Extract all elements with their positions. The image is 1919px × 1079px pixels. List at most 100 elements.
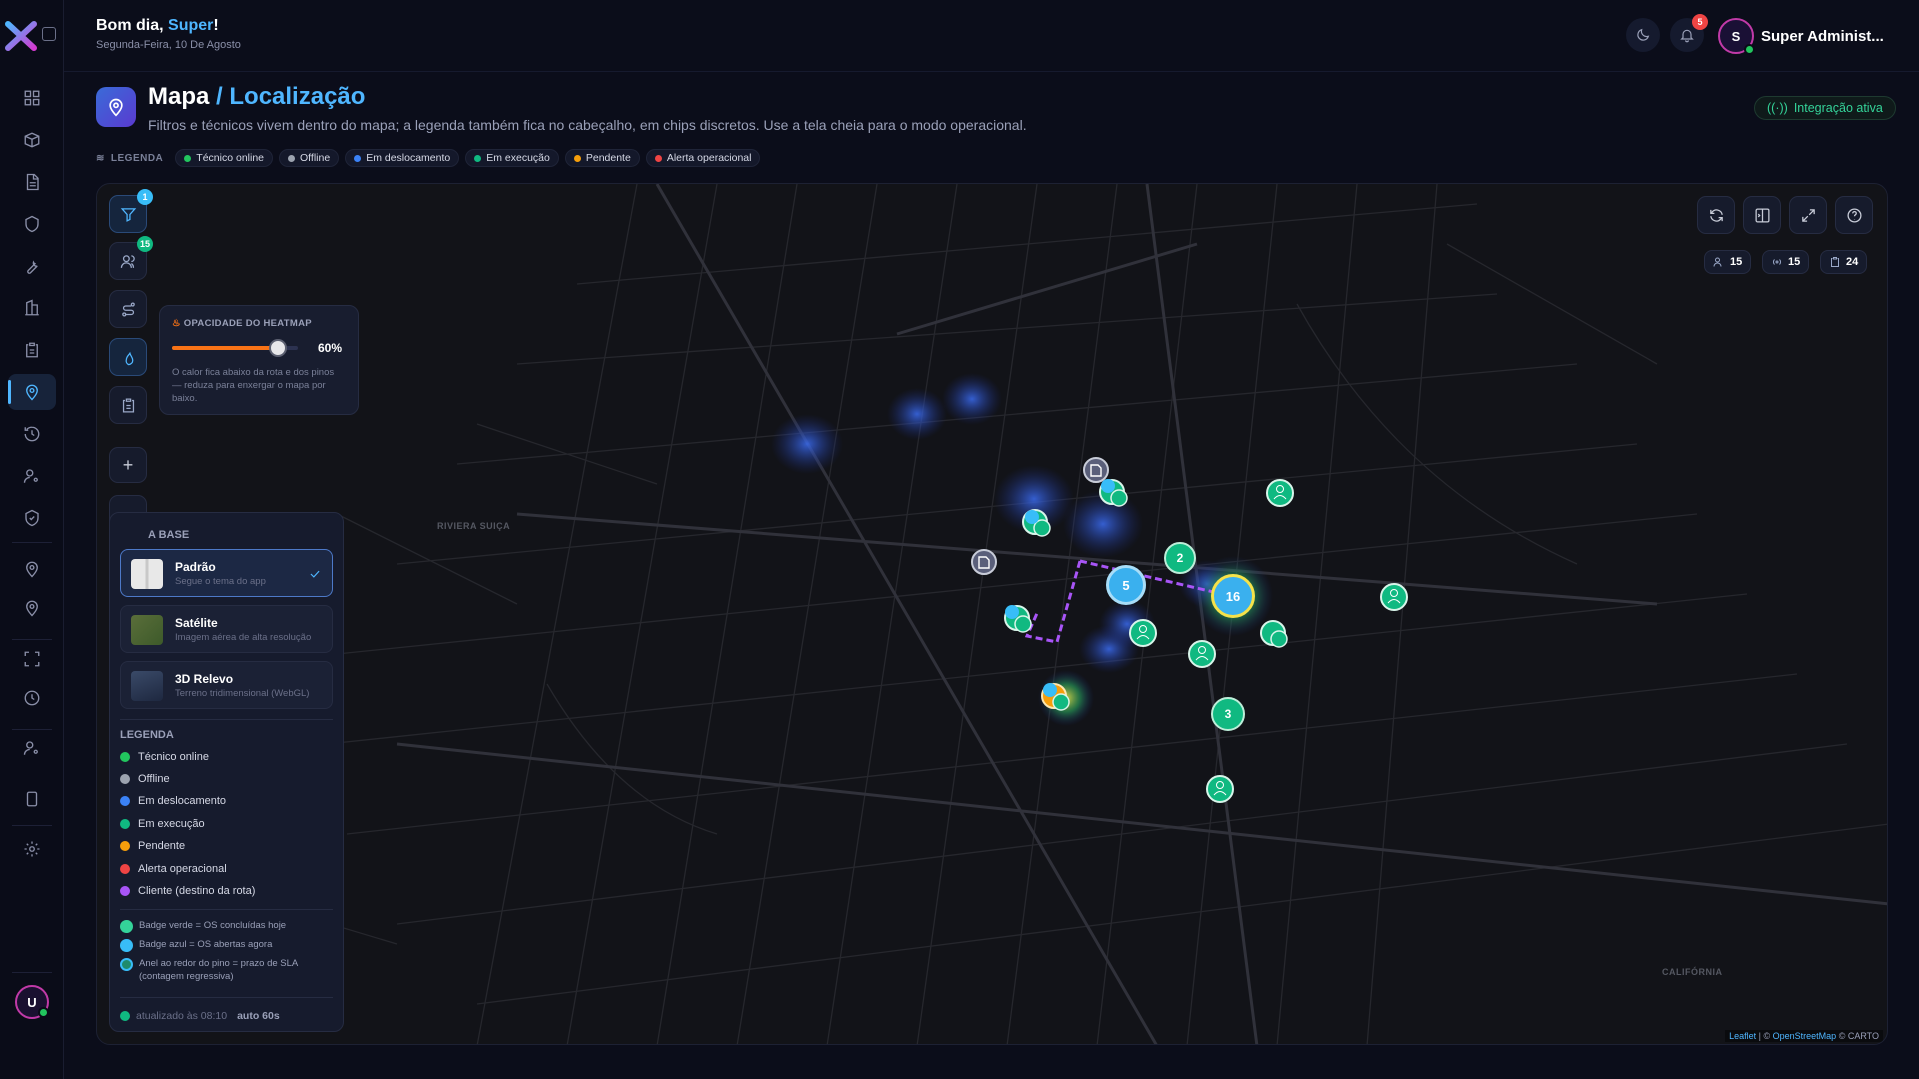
map-pin-icon — [109, 98, 123, 117]
heatmap-title: ♨ OPACIDADE DO HEATMAP — [172, 318, 312, 329]
legend-chip[interactable]: Alerta operacional — [645, 149, 761, 167]
sidebar-item-scan[interactable] — [8, 641, 56, 677]
legend-title: LEGENDA — [120, 729, 174, 741]
online-status-dot — [38, 1007, 49, 1018]
legend-chip[interactable]: Em deslocamento — [345, 149, 460, 167]
status-dot — [120, 774, 130, 784]
base-option-3d-relief[interactable]: 3D Relevo Terreno tridimensional (WebGL) — [120, 661, 333, 709]
sidebar-item-dashboard[interactable] — [8, 80, 56, 116]
status-dot — [120, 752, 130, 762]
heatmap-description: O calor fica abaixo da rota e dos pinos … — [172, 367, 335, 404]
status-dot — [120, 841, 130, 851]
base-option-default[interactable]: Padrão Segue o tema do app — [120, 549, 333, 597]
tablet-icon — [26, 791, 38, 807]
notifications-button[interactable]: 5 — [1670, 14, 1708, 52]
breadcrumb: / Localização — [216, 83, 366, 110]
page-subtitle: Filtros e técnicos vivem dentro do mapa;… — [148, 117, 1027, 133]
route-button[interactable] — [109, 290, 147, 328]
status-dot — [120, 920, 133, 933]
legend-chip[interactable]: Pendente — [564, 149, 640, 167]
status-dot — [120, 958, 133, 971]
status-dot — [288, 154, 296, 162]
box-icon — [24, 132, 40, 148]
slider-fill — [172, 346, 278, 350]
sidebar-item-map[interactable] — [8, 374, 56, 410]
sidebar-item-clock[interactable] — [8, 680, 56, 716]
integration-status-badge[interactable]: ((·)) Integração ativa — [1754, 96, 1896, 120]
scan-icon — [24, 651, 40, 667]
legend-chip[interactable]: Offline — [279, 149, 340, 167]
slider-thumb[interactable] — [268, 339, 287, 357]
sidebar-item-security[interactable] — [8, 206, 56, 242]
cluster-marker[interactable]: 5 — [1106, 565, 1146, 605]
orders-button[interactable] — [109, 386, 147, 424]
shield-icon — [25, 215, 39, 233]
sidebar-item-places[interactable] — [8, 590, 56, 626]
sidebar-item-compliance[interactable] — [8, 500, 56, 536]
status-dot — [120, 864, 130, 874]
refresh-icon — [1709, 208, 1723, 222]
map-streets[interactable] — [97, 184, 1888, 1045]
refresh-button[interactable] — [1697, 196, 1735, 234]
technicians-button[interactable]: 15 — [109, 236, 153, 280]
top-header: Bom dia, Super! Segunda-Feira, 10 De Ago… — [64, 0, 1919, 72]
default-map-thumbnail — [131, 559, 163, 589]
route-icon — [121, 301, 135, 317]
stat-orders: 24 — [1820, 250, 1868, 274]
sidebar-item-documents[interactable] — [8, 164, 56, 200]
map-container[interactable]: RIVIERA SUIÇA CALIFÓRNIA 5 16 2 3 1 15 +… — [96, 183, 1888, 1045]
filter-count-badge: 1 — [137, 189, 153, 205]
cluster-marker[interactable]: 16 — [1211, 574, 1255, 618]
map-pin-icon — [26, 384, 38, 401]
sidebar-item-tools[interactable] — [8, 248, 56, 284]
status-dot — [120, 819, 130, 829]
notifications-badge: 5 — [1692, 14, 1708, 30]
user-gear-icon — [23, 741, 38, 755]
document-icon — [26, 173, 39, 191]
status-dot — [474, 154, 482, 162]
flame-icon: ♨ — [172, 318, 181, 329]
sidebar-collapse-icon[interactable] — [42, 27, 56, 41]
user-name[interactable]: Super Administ... — [1761, 28, 1884, 45]
status-dot — [120, 886, 130, 896]
heatmap-opacity-slider[interactable] — [172, 339, 298, 357]
clipboard-icon — [122, 397, 134, 413]
sidebar-item-clipboard[interactable] — [8, 332, 56, 368]
current-date: Segunda-Feira, 10 De Agosto — [96, 39, 241, 51]
legend-item: Cliente (destino da rota) — [120, 883, 255, 899]
legend-item: Pendente — [120, 838, 185, 854]
side-panel-button[interactable] — [1743, 196, 1781, 234]
cluster-marker[interactable]: 2 — [1164, 542, 1196, 574]
sidebar-item-team[interactable] — [8, 730, 56, 766]
fullscreen-button[interactable] — [1789, 196, 1827, 234]
sidebar-item-locations[interactable] — [8, 551, 56, 587]
users-icon — [120, 254, 135, 268]
sidebar-item-products[interactable] — [8, 122, 56, 158]
cluster-marker[interactable]: 3 — [1211, 697, 1245, 731]
sidebar: U — [0, 0, 64, 1079]
sidebar-item-users[interactable] — [8, 458, 56, 494]
app-logo[interactable] — [4, 18, 38, 52]
status-dot — [120, 796, 130, 806]
clipboard-icon — [1831, 257, 1839, 267]
filter-button[interactable]: 1 — [109, 189, 153, 233]
bell-icon — [1680, 29, 1694, 43]
heatmap-button[interactable] — [109, 338, 147, 376]
zoom-in-button[interactable]: + — [109, 447, 147, 483]
status-dot — [120, 1011, 130, 1021]
satellite-thumbnail — [131, 615, 163, 645]
moon-icon — [1637, 28, 1650, 41]
base-option-satellite[interactable]: Satélite Imagem aérea de alta resolução — [120, 605, 333, 653]
legend-chip[interactable]: Em execução — [465, 149, 559, 167]
sidebar-item-devices[interactable] — [8, 781, 56, 817]
map-attribution: Leaflet | © OpenStreetMap © CARTO — [1725, 1030, 1883, 1042]
help-button[interactable] — [1835, 196, 1873, 234]
wrench-icon — [27, 260, 38, 274]
location-alt-icon — [26, 600, 38, 617]
legend-chip[interactable]: Técnico online — [175, 149, 274, 167]
dashboard-icon — [24, 90, 40, 106]
sidebar-item-history[interactable] — [8, 416, 56, 452]
sidebar-item-settings[interactable] — [8, 831, 56, 867]
sidebar-item-buildings[interactable] — [8, 290, 56, 326]
theme-toggle-button[interactable] — [1626, 18, 1660, 52]
